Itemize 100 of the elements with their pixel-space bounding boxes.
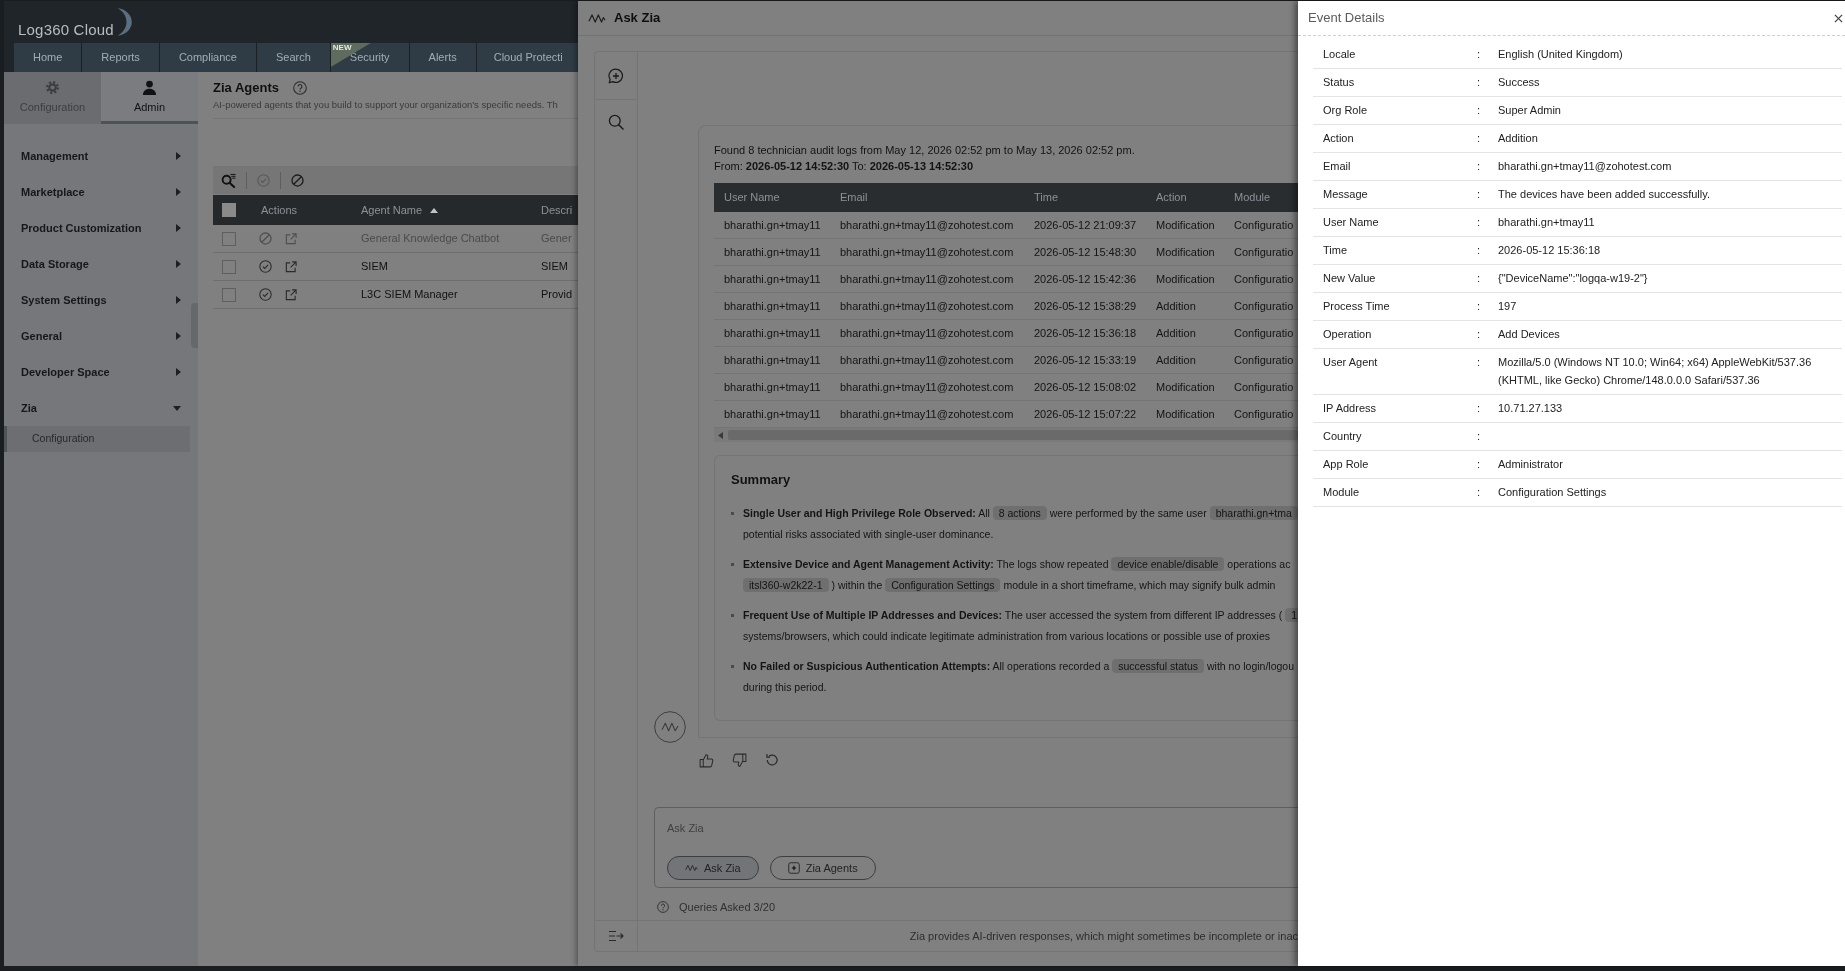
field-separator: : [1476,131,1482,146]
table-cell-text: Addition [1155,298,1197,314]
crescent-logo-icon [116,8,132,36]
nav-tab[interactable]: Home [14,43,83,72]
help-icon [657,901,669,914]
field-label: Status [1322,75,1356,90]
table-cell-text: bharathi.gn+tmay11 [723,379,822,395]
field-label: IP Address [1322,401,1377,416]
field-value: English (United Kingdom) [1498,47,1624,62]
bullet-icon [731,512,734,515]
table-cell-text: bharathi.gn+tmay11@zohotest.com [839,271,1015,287]
column-header[interactable]: Descri [541,203,573,216]
bullet-icon [731,665,734,668]
horizontal-scrollbar[interactable] [714,428,1298,442]
table-cell-text: Modification [1155,271,1216,287]
search-filter-icon[interactable] [221,172,236,188]
field-label: User Name [1322,215,1380,230]
field-label: Locale [1322,47,1357,62]
field-separator: : [1476,355,1482,370]
sidebar-item[interactable]: Zia [4,390,190,426]
summary-title: Summary [731,471,792,489]
field-separator: : [1476,243,1482,258]
field-separator: : [1476,215,1482,230]
row-checkbox[interactable] [222,259,236,274]
sidebar-item[interactable]: Product Customization [4,210,190,246]
table-cell-text: bharathi.gn+tmay11@zohotest.com [839,298,1015,314]
table-cell-text: Addition [1155,325,1197,341]
field-separator: : [1476,271,1482,286]
column-header: Action [1155,190,1188,206]
check-circle-icon[interactable] [259,260,272,273]
select-all-checkbox[interactable] [222,203,236,217]
new-chat-icon[interactable] [608,67,624,84]
row-checkbox[interactable] [222,287,236,302]
sidebar-item[interactable]: General [4,318,190,354]
table-cell: L3C SIEM Manager [361,288,458,301]
date-range-text: From: 2026-05-12 14:52:30 To: 2026-05-13 14:52:30 [714,159,975,174]
person-icon [142,80,157,96]
column-header: User Name [723,190,781,206]
field-label: Operation [1322,327,1373,342]
nav-tab[interactable]: Alerts [409,43,477,72]
summary-point: Extensive Device and Agent Management Activity: The logs show repeated device enable/disable operations ac itsl360-w2k22-1 ) within the Configuration Settings module in a short timeframe, which may signify bulk admin [743,556,1291,594]
chat-input-field[interactable]: Ask Zia [667,808,967,848]
gear-icon [45,80,60,96]
table-cell-text: Addition [1155,352,1197,368]
sidebar-item[interactable]: Developer Space [4,354,190,390]
field-label: Module [1322,485,1361,500]
page-subtitle: AI-powered agents that you build to support your organization's specific needs. Th [213,98,559,112]
close-icon[interactable] [1834,13,1843,23]
sidebar-tab[interactable]: Admin [101,72,198,124]
nav-tab[interactable]: Cloud Protecti [476,43,578,72]
refresh-icon[interactable] [765,753,779,767]
summary-point: Single User and High Privilege Role Observed: All 8 actions were performed by the same user bharathi.gn+tma potential risks associated with single-user dominance. [743,503,1298,545]
help-icon[interactable] [293,80,307,95]
table-cell-text: bharathi.gn+tmay11 [723,406,822,422]
table-cell-text: 2026-05-12 15:07:22 [1033,406,1138,422]
nav-tab[interactable]: Compliance [159,43,257,72]
external-link-icon[interactable] [285,288,297,301]
field-value: bharathi.gn+tmay11 [1498,215,1596,230]
field-separator: : [1476,159,1482,174]
column-header: Email [839,190,869,206]
thumbs-up-icon[interactable] [699,753,714,768]
sidebar-item[interactable]: System Settings [4,282,190,318]
sidebar-item[interactable]: Data Storage [4,246,190,282]
block-icon[interactable] [259,232,272,245]
table-cell-text: bharathi.gn+tmay11@zohotest.com [839,406,1015,422]
external-link-icon[interactable] [285,232,297,245]
collapse-handle[interactable] [191,303,198,348]
arrow-left-icon[interactable] [718,431,723,439]
check-circle-icon[interactable] [257,173,270,187]
table-cell-text: Modification [1155,244,1216,260]
row-checkbox[interactable] [222,231,236,246]
table-cell-text: bharathi.gn+tmay11 [723,244,822,260]
field-value: Addition [1498,131,1539,146]
field-separator: : [1476,103,1482,118]
table-cell: Provid [541,288,573,301]
search-icon[interactable] [608,114,624,130]
scrollbar-thumb[interactable] [728,430,1298,440]
column-header[interactable]: Agent Name [361,203,423,216]
sidebar-subitem[interactable]: Configuration [4,426,190,452]
mode-button[interactable]: Ask Zia [667,856,759,880]
field-separator: : [1476,299,1482,314]
field-value: Administrator [1498,457,1564,472]
column-header[interactable]: Actions [261,203,298,216]
nav-tab[interactable]: Reports [82,43,160,72]
sidebar-item[interactable]: Marketplace [4,174,190,210]
sidebar-item[interactable]: Management [4,138,190,174]
block-icon[interactable] [291,173,304,187]
external-link-icon[interactable] [285,260,297,273]
field-separator: : [1476,485,1482,500]
logo-text: Log360 Cloud [18,20,114,40]
thumbs-down-icon[interactable] [732,753,747,768]
table-cell-text: Modification [1155,379,1216,395]
check-circle-icon[interactable] [259,288,272,301]
query-count-text: Queries Asked 3/20 [679,900,775,915]
sparkle-icon [787,862,800,874]
message-text: Found 8 technician audit logs from May 12, 2026 02:52 pm to May 13, 2026 02:52 pm. [714,143,1136,158]
table-cell-text: bharathi.gn+tmay11@zohotest.com [839,352,1015,368]
field-separator: : [1476,75,1482,90]
sidebar-toggle-icon[interactable] [608,930,624,942]
nav-tab[interactable]: Search [256,43,331,72]
